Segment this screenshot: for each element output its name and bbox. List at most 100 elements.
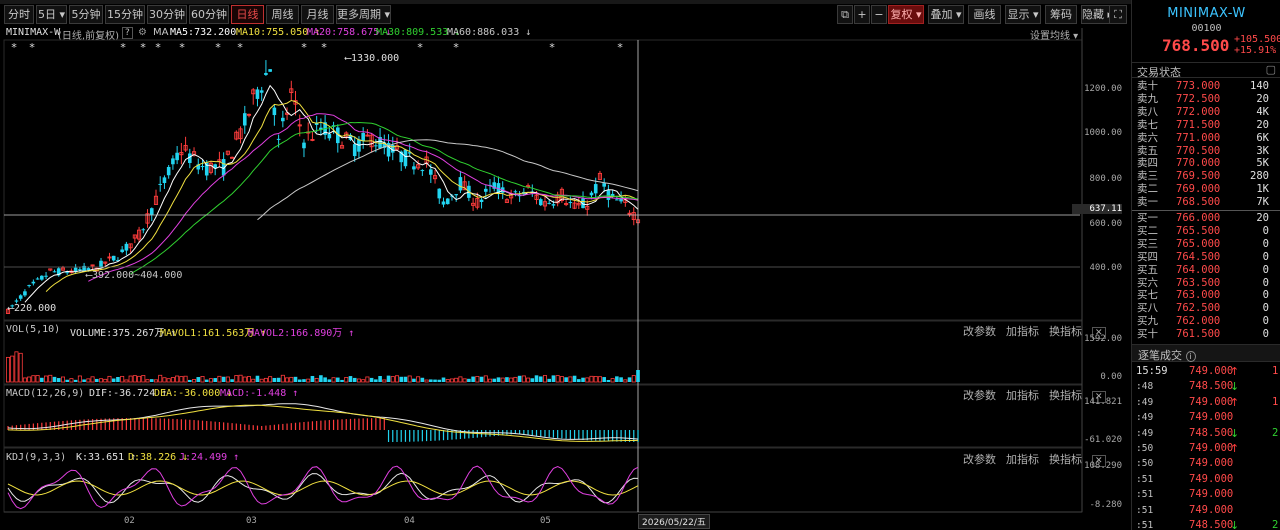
bid-row[interactable]: 买六 763.500 0 — [1132, 277, 1280, 289]
candle-body — [327, 133, 332, 139]
candle-body — [23, 291, 27, 296]
ask-row[interactable]: 卖八 772.000 4K — [1132, 106, 1280, 118]
ask-row[interactable]: 卖一 768.500 7K — [1132, 196, 1280, 208]
arrow-up-icon: ↑ — [1230, 442, 1240, 455]
ask-row[interactable]: 卖三 769.500 280 — [1132, 170, 1280, 182]
level-volume: 0 — [1262, 224, 1269, 237]
trade-row: :49 748.500 ↓ 2 — [1132, 426, 1280, 442]
volume-bar — [399, 376, 404, 382]
candle-body — [479, 199, 484, 203]
candle-body — [615, 199, 619, 201]
add-indicator-button[interactable]: 加指标 — [1006, 325, 1039, 338]
volume-bar — [441, 377, 446, 382]
level-volume: 7K — [1256, 196, 1269, 209]
trade-time: :51 — [1136, 520, 1154, 530]
trade-time: :49 — [1136, 396, 1154, 408]
volume-bar — [35, 375, 40, 383]
volume-bar — [103, 378, 108, 383]
level-volume: 0 — [1262, 302, 1269, 315]
bid-row[interactable]: 买十 761.500 0 — [1132, 328, 1280, 340]
kdj-d-line — [7, 480, 639, 496]
trade-time: :48 — [1136, 381, 1154, 393]
volume-bar — [403, 376, 408, 382]
ask-row[interactable]: 卖二 769.000 1K — [1132, 183, 1280, 195]
ask-row[interactable]: 卖九 772.500 20 — [1132, 93, 1280, 105]
level-price: 772.500 — [1176, 92, 1221, 105]
volume-bar — [319, 375, 323, 382]
event-marker-icon: * — [453, 41, 460, 54]
level-volume: 280 — [1250, 170, 1269, 183]
vol-pane-label: VOL(5,10) — [6, 324, 61, 335]
volume-bar — [27, 376, 32, 383]
add-indicator-button[interactable]: 加指标 — [1006, 453, 1039, 466]
volume-bar — [200, 376, 205, 383]
candle-body — [141, 229, 146, 231]
trade-price: 749.000 — [1189, 503, 1234, 516]
candle-body — [171, 158, 175, 165]
level-label: 买六 — [1137, 276, 1158, 289]
volume-bar — [247, 376, 252, 383]
level-label: 买一 — [1137, 212, 1158, 224]
bid-row[interactable]: 买五 764.000 0 — [1132, 264, 1280, 276]
candle-body — [276, 138, 281, 140]
candle-body — [302, 142, 306, 149]
trade-price: 749.000 — [1189, 488, 1234, 501]
trade-time: :51 — [1136, 473, 1154, 485]
bid-row[interactable]: 买九 762.000 0 — [1132, 315, 1280, 327]
edit-params-button[interactable]: 改参数 — [963, 325, 996, 338]
candle-body — [14, 300, 19, 302]
candle-body — [606, 190, 611, 200]
quote-stock-code: 00100 — [1191, 23, 1222, 34]
event-marker-icon: * — [237, 41, 244, 54]
y-tick: 800.00 — [1089, 174, 1122, 184]
level-volume: 20 — [1256, 118, 1269, 131]
y-tick: 400.00 — [1089, 263, 1122, 273]
ma60-line — [257, 139, 639, 221]
volume-bar — [77, 375, 82, 383]
vol-y-bottom: 0.00 — [1100, 372, 1122, 382]
volume-bar — [128, 375, 133, 383]
candle-body — [18, 295, 23, 299]
ask-row[interactable]: 卖六 771.000 6K — [1132, 132, 1280, 144]
volume-bar — [513, 376, 518, 383]
volume-bar — [500, 377, 505, 383]
ask-row[interactable]: 卖四 770.000 5K — [1132, 157, 1280, 169]
volume-bar — [521, 375, 526, 383]
ask-row[interactable]: 卖七 771.500 20 — [1132, 119, 1280, 131]
level-label: 买九 — [1137, 315, 1158, 328]
level-label: 卖七 — [1137, 118, 1158, 131]
bid-row[interactable]: 买二 765.500 0 — [1132, 225, 1280, 237]
quote-panel: MINIMAX-W 00100 768.500 +105.500 +15.91%… — [1131, 0, 1280, 530]
ask-row[interactable]: 卖五 770.500 3K — [1132, 145, 1280, 157]
macd-y-bottom: -61.020 — [1084, 435, 1122, 445]
volume-bar — [306, 378, 311, 383]
bid-row[interactable]: 买三 765.000 0 — [1132, 238, 1280, 250]
edit-params-button[interactable]: 改参数 — [963, 453, 996, 466]
candle-body — [272, 107, 277, 116]
edit-params-button[interactable]: 改参数 — [963, 389, 996, 402]
range-annotation: ⟵392.000~404.000 — [86, 270, 183, 281]
info-icon[interactable]: i — [1185, 351, 1196, 362]
volume-bar — [348, 376, 353, 382]
kdj-y-bottom: -8.280 — [1089, 500, 1122, 510]
bid-row[interactable]: 买一 766.000 20 — [1132, 212, 1280, 224]
ask-row[interactable]: 卖十 773.000 140 — [1132, 80, 1280, 92]
bid-row[interactable]: 买七 763.000 0 — [1132, 289, 1280, 301]
bid-row[interactable]: 买四 764.500 0 — [1132, 251, 1280, 263]
volume-bar — [424, 379, 429, 383]
add-indicator-button[interactable]: 加指标 — [1006, 389, 1039, 402]
collapse-icon[interactable]: ▢ — [1266, 63, 1276, 76]
level-price: 769.500 — [1176, 170, 1221, 183]
candle-body — [589, 192, 594, 196]
volume-bar — [145, 379, 150, 383]
volume-bar — [597, 376, 602, 383]
candle-body — [412, 166, 416, 170]
bid-row[interactable]: 买八 762.500 0 — [1132, 302, 1280, 314]
volume-bar — [263, 377, 268, 383]
kdj-j-value: J:24.499 ↑ — [179, 452, 240, 463]
volume-bar — [559, 376, 564, 383]
volume-bar — [327, 379, 332, 382]
volume-bar — [344, 376, 349, 383]
quote-change: +105.500 +15.91% — [1234, 34, 1280, 56]
level-label: 买二 — [1137, 224, 1158, 237]
